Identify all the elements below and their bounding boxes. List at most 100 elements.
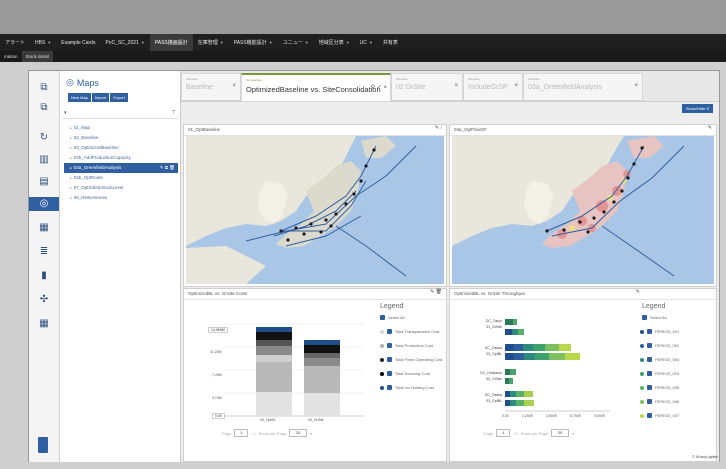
throughput-bar[interactable]: [505, 391, 533, 397]
network-icon[interactable]: ✣: [36, 293, 52, 307]
checkbox-icon: [387, 357, 392, 362]
tree-item[interactable]: ▸ 03_OptimizedBaseline: [64, 143, 178, 153]
rows-per-page-select[interactable]: 20: [289, 429, 308, 437]
tab-baseline[interactable]: Scenario Baseline ×: [181, 73, 241, 101]
select-all-checkbox[interactable]: Select All: [642, 315, 666, 320]
list-icon[interactable]: ≣: [36, 245, 52, 259]
throughput-panel: OptimizedBL vs. GrSite Throughput ✎ DC_T…: [449, 288, 717, 462]
chevron-down-icon[interactable]: ▾: [310, 431, 312, 436]
menu-item-region[interactable]: 地域区分表 ▼: [314, 39, 355, 46]
menu-item-inventory[interactable]: 在庫管理 ▼: [193, 39, 229, 46]
copy-icon[interactable]: ⧉: [36, 81, 52, 95]
legend-item[interactable]: Total Fixed Operating Cost: [380, 357, 442, 362]
scenario-tabs: Scenario Baseline × Comparison Optimized…: [181, 71, 719, 102]
legend-item[interactable]: Total Inv Holding Cost: [380, 385, 434, 390]
menu-item-shared[interactable]: 共有表: [378, 39, 403, 46]
menu-item-pass-design[interactable]: PASS描画設計: [149, 34, 193, 51]
legend-item[interactable]: Total Sourcing Cost: [380, 371, 430, 376]
show-hide-button[interactable]: Show/Hide S: [681, 104, 713, 113]
checkbox-icon: [647, 413, 652, 418]
export-button[interactable]: Export: [110, 93, 128, 102]
tree-item[interactable]: ▸ 07_OptSafetyStockLevel: [64, 183, 178, 193]
legend-item[interactable]: PERIOD_002: [640, 343, 679, 348]
throughput-pager: Page 1 / 1 Rows per Page 20 ▾: [484, 429, 575, 437]
tree-item[interactable]: ▸ 01_Map: [64, 123, 178, 133]
throughput-bar[interactable]: [505, 329, 524, 335]
legend-item[interactable]: PERIOD_004: [640, 371, 679, 376]
throughput-bar[interactable]: [505, 400, 534, 406]
menu-item-example-cards[interactable]: Example Cards: [56, 40, 100, 46]
legend-item[interactable]: PERIOD_007: [640, 413, 679, 418]
edit-icon[interactable]: ✎ 🗑: [430, 289, 442, 295]
refresh-icon[interactable]: ↻: [36, 131, 52, 145]
dashboard-icon[interactable]: ▦: [36, 317, 52, 331]
bar-03-optbl[interactable]: [256, 327, 292, 416]
checkbox-icon: [387, 343, 392, 348]
building-icon[interactable]: ▥: [36, 153, 52, 167]
throughput-bar[interactable]: [505, 353, 580, 360]
tree-item[interactable]: ▸ 09_NNIventories: [64, 193, 178, 203]
legend-swatch: [640, 357, 644, 362]
tree-item-selected[interactable]: ▸ 03a_GreenfieldAnalysis ✎ ⧉ 🗑: [64, 163, 178, 173]
close-icon[interactable]: ×: [634, 83, 638, 89]
throughput-bar[interactable]: [505, 369, 516, 375]
tab-comparison[interactable]: Comparison OptimizedBaseline vs. SiteCon…: [241, 73, 391, 102]
legend-item[interactable]: PERIOD_001: [640, 329, 679, 334]
map-view-left[interactable]: [186, 136, 444, 284]
tab-greenfield[interactable]: Scenario 03a_GreenfieldAnalysis ×: [523, 73, 643, 101]
tree-item[interactable]: ▸ 03b_AddProductionCapacity: [64, 153, 178, 163]
edit-icon[interactable]: ✎: [708, 125, 712, 131]
menu-item-pass-function[interactable]: PASS機能設計 ▼: [229, 39, 278, 46]
page-input[interactable]: 1: [496, 429, 511, 437]
subtab-stock-detail[interactable]: Stock detail: [21, 51, 53, 62]
menu-item-poc[interactable]: PoC_SC_2021 ▼: [100, 40, 149, 46]
menu-item-alert[interactable]: アラート: [0, 39, 30, 46]
new-map-button[interactable]: New Map: [68, 93, 91, 102]
close-icon[interactable]: ×: [232, 83, 236, 89]
legend-item[interactable]: PERIOD_006: [640, 399, 679, 404]
expand-icon[interactable]: ▾: [64, 110, 67, 116]
bar-03-grsite[interactable]: [304, 340, 340, 416]
menu-item-hbs[interactable]: HBS ▼: [30, 40, 56, 46]
map-view-right[interactable]: [452, 136, 714, 284]
edit-icon[interactable]: ✎: [636, 289, 640, 295]
duplicate-icon[interactable]: ⧉: [36, 101, 52, 115]
page-input[interactable]: 1: [234, 429, 249, 437]
table-icon[interactable]: ▦: [36, 221, 52, 235]
menu-item-menu[interactable]: ユニュー ▼: [278, 39, 314, 46]
close-icon[interactable]: ×: [514, 83, 518, 89]
legend-item[interactable]: Total Production Cost: [380, 343, 433, 348]
document-icon[interactable]: ▤: [36, 175, 52, 189]
chevron-down-icon[interactable]: ▾: [572, 431, 574, 436]
throughput-bar[interactable]: [505, 319, 517, 325]
rows-per-page-select[interactable]: 20: [551, 429, 570, 437]
throughput-bar[interactable]: [505, 378, 513, 384]
save-icon[interactable]: [38, 437, 48, 453]
legend-item[interactable]: Total Transportation Cost: [380, 329, 439, 334]
subtab-mation[interactable]: mation: [0, 54, 22, 59]
tree-item[interactable]: ▸ 02_Baseline: [64, 133, 178, 143]
tree-filter-row[interactable]: ▾ ⊤: [62, 110, 178, 119]
menu-item-uc[interactable]: UC ▼: [355, 40, 378, 46]
legend-item[interactable]: PERIOD_005: [640, 385, 679, 390]
status-bar: [0, 462, 726, 469]
map-icon[interactable]: ◎: [29, 197, 59, 211]
close-icon[interactable]: ×: [454, 83, 458, 89]
tab-actions-icon[interactable]: ⚲ ✓ ×: [371, 84, 387, 91]
edit-icon[interactable]: ✎ ⁝: [435, 125, 442, 131]
bar-label: 03_GrSite: [486, 377, 502, 381]
map-graphic-left: [186, 136, 444, 284]
bar-chart-icon[interactable]: ▮: [36, 269, 52, 283]
edit-copy-delete-icons[interactable]: ✎ ⧉ 🗑: [160, 163, 178, 173]
legend-title: Legend: [380, 303, 404, 310]
legend-swatch: [380, 385, 384, 390]
tab-include-grsp[interactable]: Scenario IncludeGrSP ×: [463, 73, 523, 101]
import-button[interactable]: Import: [91, 93, 110, 102]
checkbox-icon: [387, 371, 392, 376]
filter-icon[interactable]: ⊤: [172, 110, 176, 116]
tree-item[interactable]: ▸ 03b_OptRoute: [64, 173, 178, 183]
tab-grsite[interactable]: Scenario 02 GrSite ×: [391, 73, 463, 101]
legend-item[interactable]: PERIOD_003: [640, 357, 679, 362]
select-all-checkbox[interactable]: Select All: [380, 315, 404, 320]
throughput-bar[interactable]: [505, 344, 571, 351]
